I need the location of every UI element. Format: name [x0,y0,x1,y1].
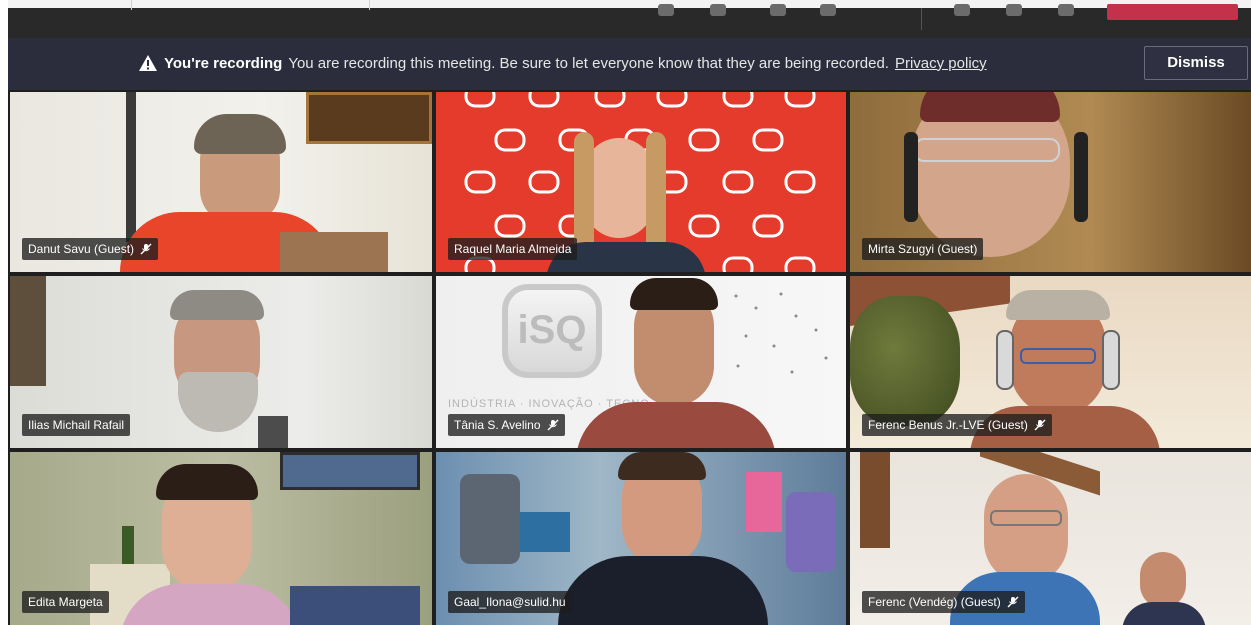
share-icon[interactable] [1058,4,1074,16]
video-tile[interactable]: Ferenc (Vendég) (Guest) [850,452,1251,625]
palm-tree [850,296,960,426]
participant-name: Mirta Szugyi (Guest) [868,242,978,256]
meeting-toolbar [8,0,1251,38]
participant-hair [920,92,1060,122]
mic-muted-icon [547,419,559,431]
glasses [914,138,1060,162]
participant-nametag: Edita Margeta [22,591,109,613]
background-object [786,492,836,572]
participant-nametag: Raquel Maria Almeida [448,238,578,260]
background-object [520,512,570,552]
reactions-icon[interactable] [658,4,674,16]
participant-name: Edita Margeta [28,595,103,609]
privacy-policy-link[interactable]: Privacy policy [895,55,987,72]
participant-name: Raquel Maria Almeida [454,242,572,256]
recording-banner: You're recording You are recording this … [8,38,1251,90]
headset [996,330,1014,390]
participant-name: Danut Savu (Guest) [28,242,135,256]
participant-name: Tânia S. Avelino [454,418,541,432]
toolbar-segment [8,0,132,10]
couch-pillow [290,586,420,625]
recording-title: You're recording [164,54,283,72]
headset [1102,330,1120,390]
background-dots [734,292,828,374]
background-object [126,92,136,242]
background-object [746,472,782,532]
participant-face-secondary [1140,552,1186,608]
participant-nametag: Mirta Szugyi (Guest) [862,238,984,260]
participant-nametag: Ferenc (Vendég) (Guest) [862,591,1025,613]
wall-picture [306,92,432,144]
headset [1074,132,1088,222]
participant-hair [194,114,286,154]
glasses [1020,348,1096,364]
recording-message-row: You're recording You are recording this … [138,54,987,72]
video-tile[interactable]: Edita Margeta [10,452,432,625]
video-tile[interactable]: iSQ INDÚSTRIA · INOVAÇÃO · TECNO Tânia S… [436,276,846,448]
participant-hair [618,452,706,480]
headset [904,132,918,222]
plant [122,526,134,566]
chair [258,416,288,448]
warning-icon [139,55,157,71]
participant-shirt-secondary [1122,602,1206,625]
background-object [10,276,46,386]
wooden-beam [860,452,890,548]
participants-icon[interactable] [770,4,786,16]
video-tile[interactable]: Ferenc Benus Jr.-LVE (Guest) [850,276,1251,448]
isq-logo: iSQ [502,284,602,378]
dismiss-button[interactable]: Dismiss [1144,46,1248,80]
participant-face [584,138,654,238]
participant-hair [630,278,718,310]
glasses [990,510,1062,526]
chair [280,232,388,272]
mic-muted-icon [140,243,152,255]
robot-illustration [460,474,520,564]
teams-meeting-window: You're recording You are recording this … [0,0,1251,625]
wall-picture [280,452,420,490]
participant-nametag: Ferenc Benus Jr.-LVE (Guest) [862,414,1052,436]
video-tile[interactable]: Ilias Michail Rafail [10,276,432,448]
more-actions-icon[interactable] [820,4,836,16]
participant-nametag: Ilias Michail Rafail [22,414,131,436]
microphone-icon[interactable] [1006,4,1022,16]
video-tile[interactable]: Mirta Szugyi (Guest) [850,92,1251,272]
participant-hair [170,290,264,320]
participant-hair [156,464,258,500]
video-grid: Danut Savu (Guest) Raquel Maria Almeida [8,90,1251,625]
camera-icon[interactable] [954,4,970,16]
toolbar-divider [921,8,922,30]
chat-icon[interactable] [710,4,726,16]
participant-shirt [576,402,776,448]
participant-name: Gaal_Ilona@sulid.hu [454,595,566,609]
participant-nametag: Tânia S. Avelino [448,414,565,436]
video-tile[interactable]: Raquel Maria Almeida [436,92,846,272]
recording-message: You are recording this meeting. Be sure … [288,54,889,72]
participant-name: Ilias Michail Rafail [28,418,125,432]
isq-logo-text: iSQ [517,308,587,352]
participant-face [984,474,1068,584]
participant-beard [178,372,258,432]
participant-hair [1006,290,1110,320]
participant-nametag: Gaal_Ilona@sulid.hu [448,591,572,613]
participant-shirt [558,556,768,625]
leave-button[interactable] [1107,4,1238,20]
mic-muted-icon [1007,596,1019,608]
video-tile[interactable]: Danut Savu (Guest) [10,92,432,272]
participant-name: Ferenc Benus Jr.-LVE (Guest) [868,418,1028,432]
participant-name: Ferenc (Vendég) (Guest) [868,595,1001,609]
mic-muted-icon [1034,419,1046,431]
video-tile[interactable]: Gaal_Ilona@sulid.hu [436,452,846,625]
participant-nametag: Danut Savu (Guest) [22,238,159,260]
toolbar-segment [132,0,370,10]
